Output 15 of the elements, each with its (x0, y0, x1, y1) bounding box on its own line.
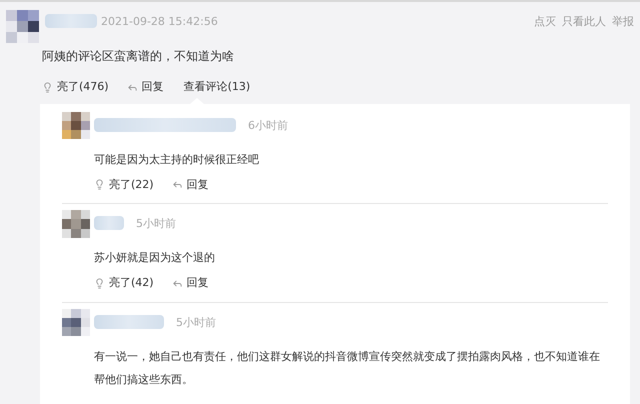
view-comments-button[interactable]: 查看评论(13) (184, 79, 250, 96)
reply-text: 有一说一，她自己也有责任，他们这群女解说的抖音微博宣传突然就变成了摆拍露肉风格，也不知道谁在帮他们搞这些东西。 (94, 348, 601, 388)
reply-text: 可能是因为太主持的时候很正经吧 (94, 152, 260, 168)
post-timestamp: 2021-09-28 15:42:56 (101, 14, 218, 30)
reply-button[interactable]: 回复 (172, 275, 209, 292)
reply-timestamp: 6小时前 (248, 118, 288, 134)
reply-text: 苏小妍就是因为这个退的 (94, 250, 216, 266)
like-button[interactable]: 亮了(42) (94, 275, 154, 292)
reply-timestamp: 5小时前 (136, 216, 176, 232)
reply-timestamp: 5小时前 (176, 314, 216, 330)
reply-button[interactable]: 回复 (126, 79, 164, 96)
reply-button[interactable]: 回复 (172, 176, 209, 193)
post-text: 阿姨的评论区蛮离谱的，不知道为啥 (42, 48, 235, 65)
like-button[interactable]: 亮了(476) (42, 79, 109, 96)
like-button[interactable]: 亮了(22) (94, 176, 154, 193)
